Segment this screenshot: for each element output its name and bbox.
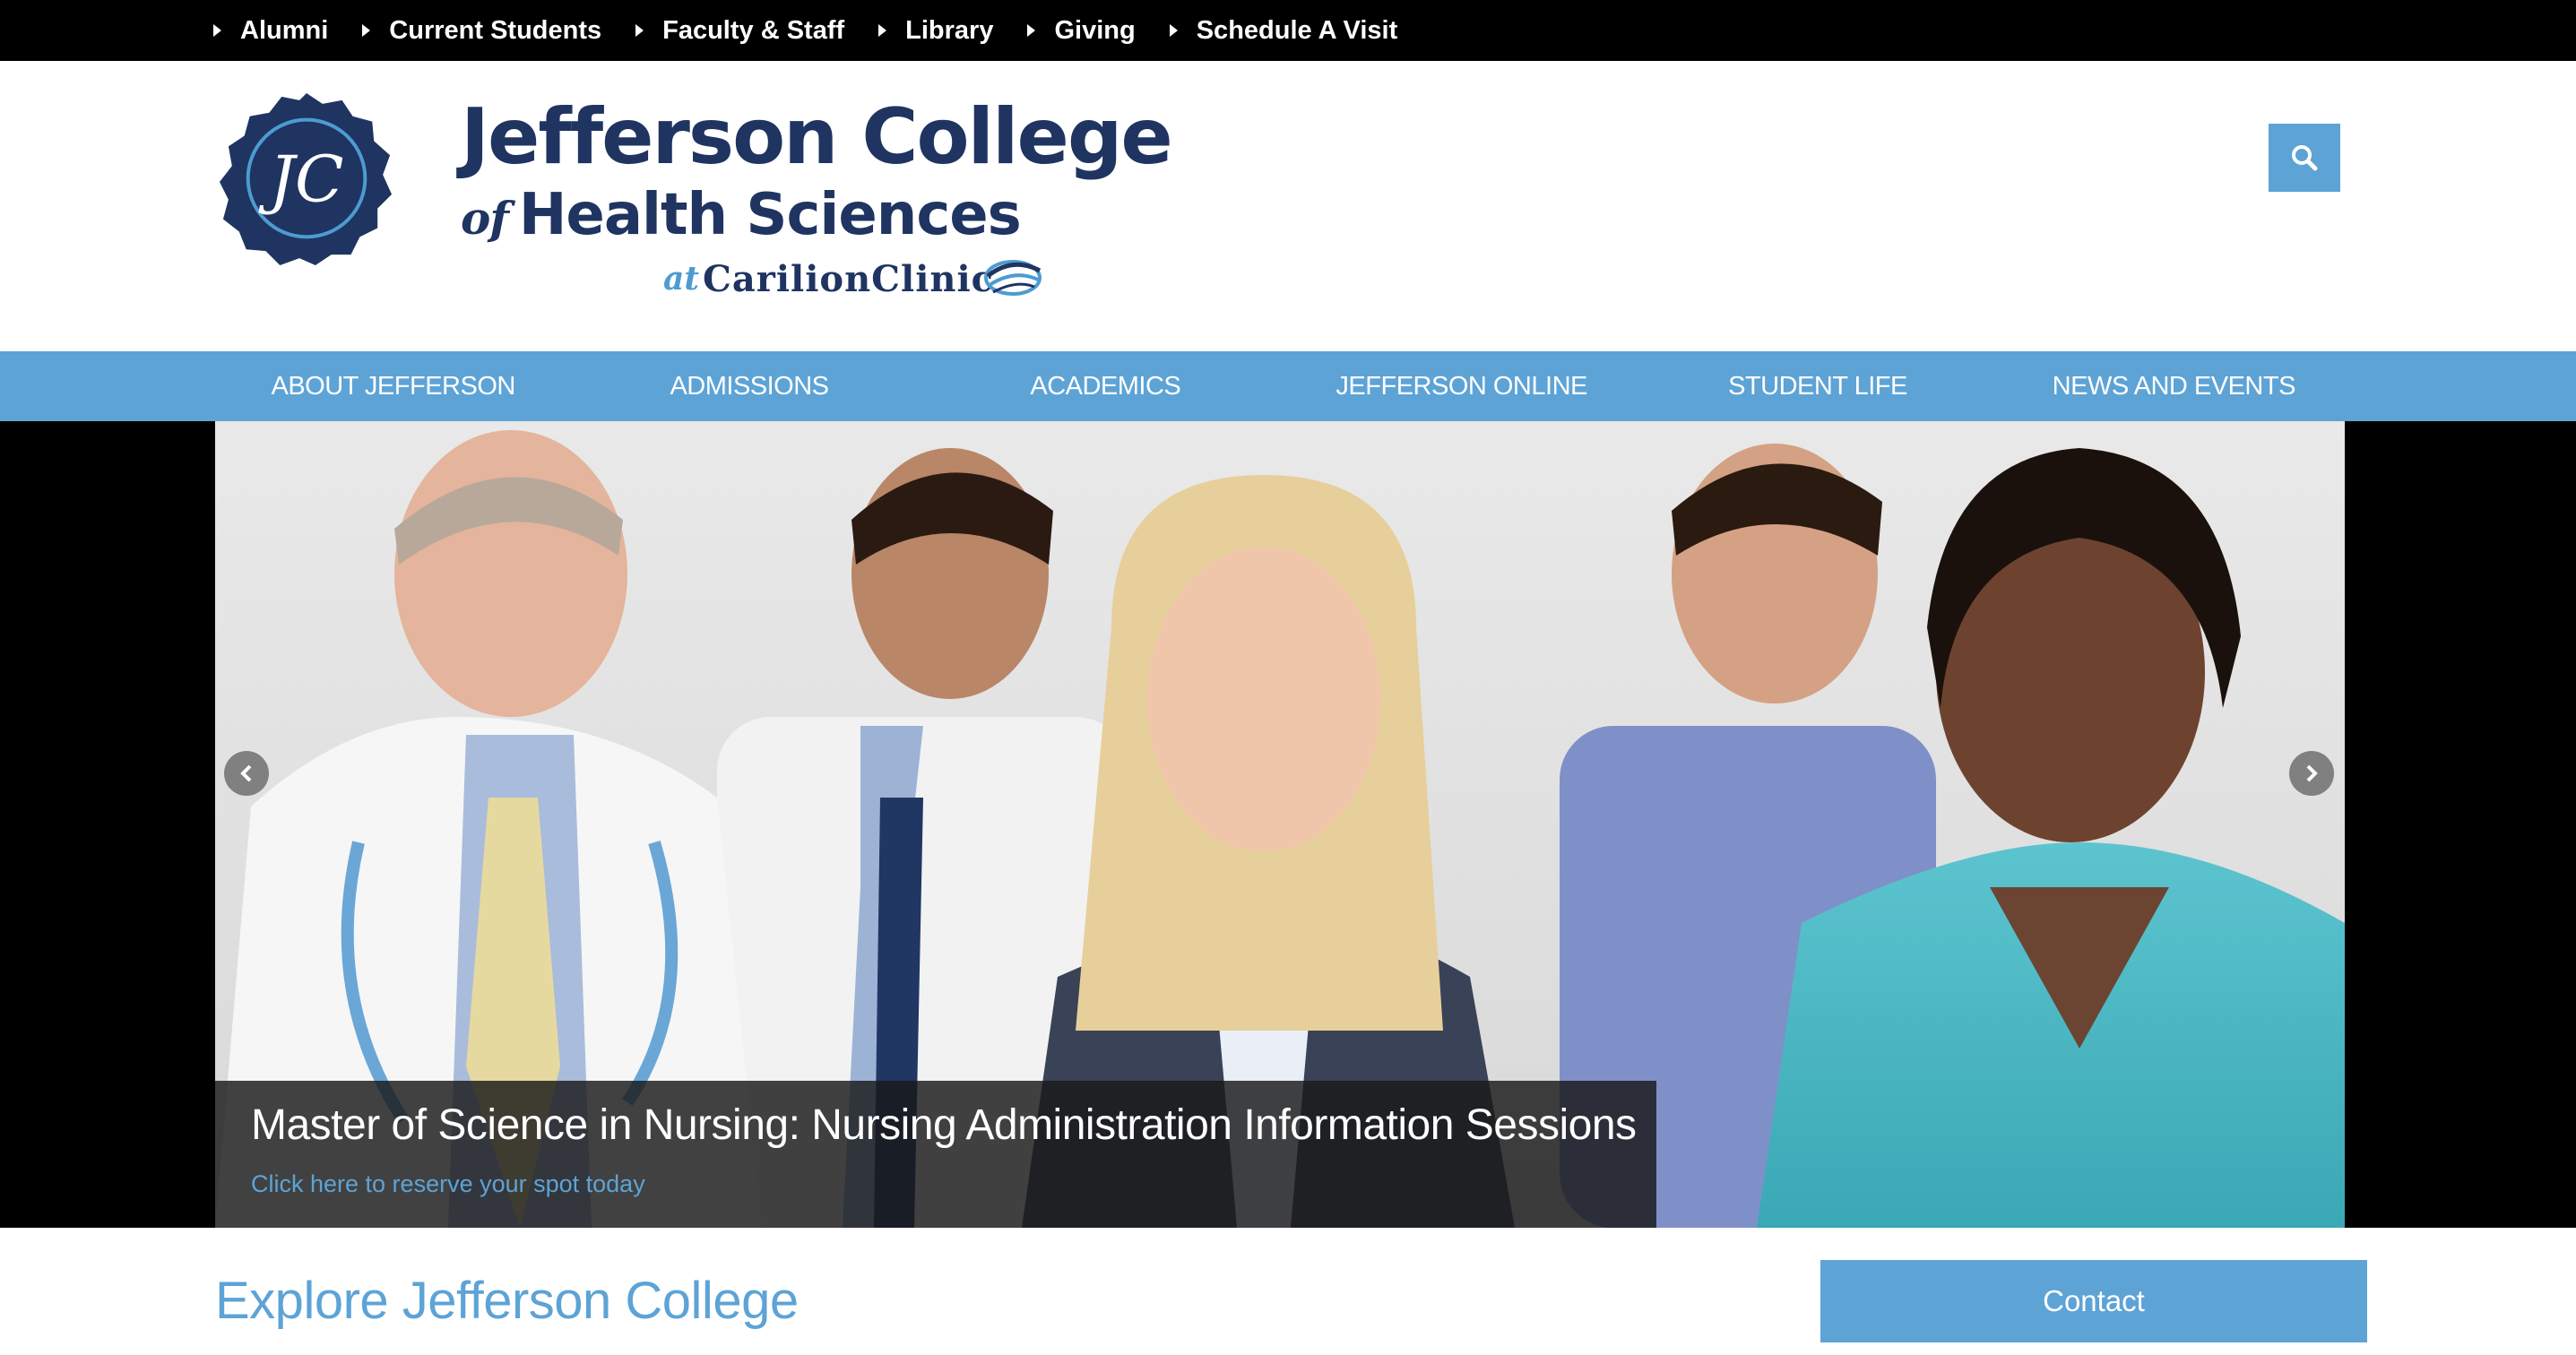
hero-caption: Master of Science in Nursing: Nursing Ad… [215, 1081, 1656, 1228]
nav-item-jefferson-online[interactable]: JEFFERSON ONLINE [1284, 351, 1639, 421]
carousel-next-button[interactable] [2289, 751, 2334, 796]
hero-caption-link[interactable]: Click here to reserve your spot today [251, 1170, 645, 1198]
search-button[interactable] [2269, 124, 2340, 192]
utility-link-label: Giving [1054, 15, 1136, 45]
hero-caption-title: Master of Science in Nursing: Nursing Ad… [251, 1101, 1637, 1149]
nav-item-student-life[interactable]: STUDENT LIFE [1639, 351, 1995, 421]
brand-name-line1: Jefferson College [461, 92, 1173, 182]
carilion-swoosh-icon [984, 260, 1042, 296]
partner-name: CarilionClinic [703, 258, 995, 300]
utility-link-label: Faculty & Staff [662, 15, 845, 45]
nav-item-news-events[interactable]: NEWS AND EVENTS [1996, 351, 2352, 421]
nav-item-about[interactable]: ABOUT JEFFERSON [215, 351, 571, 421]
brand-health-sciences: Health Sciences [518, 182, 1022, 248]
brand-at: at [663, 260, 699, 298]
utility-link-label: Schedule A Visit [1196, 15, 1398, 45]
utility-bar: Alumni Current Students Faculty & Staff … [0, 0, 2576, 61]
utility-link-label: Current Students [389, 15, 602, 45]
utility-link-label: Alumni [240, 15, 329, 45]
utility-link-library[interactable]: Library [878, 16, 993, 46]
utility-link-label: Library [905, 15, 994, 45]
chevron-left-icon [240, 764, 252, 782]
caret-right-icon [213, 24, 221, 37]
contact-button[interactable]: Contact [1820, 1260, 2367, 1342]
utility-link-alumni[interactable]: Alumni [213, 16, 328, 46]
brand-name-line2: of Health Sciences [461, 186, 1022, 245]
search-icon [2292, 145, 2318, 171]
utility-links: Alumni Current Students Faculty & Staff … [213, 0, 1431, 61]
caret-right-icon [878, 24, 887, 37]
explore-heading: Explore Jefferson College [215, 1272, 799, 1330]
carousel-prev-button[interactable] [224, 751, 269, 796]
site-header: JC Jefferson College of Health Sciences a… [0, 61, 2576, 351]
caret-right-icon [635, 24, 644, 37]
utility-link-giving[interactable]: Giving [1027, 15, 1136, 46]
main-nav: ABOUT JEFFERSON ADMISSIONS ACADEMICS JEF… [0, 351, 2576, 421]
logo-monogram: JC [258, 142, 343, 217]
utility-link-faculty-staff[interactable]: Faculty & Staff [635, 16, 844, 46]
caret-right-icon [362, 24, 371, 37]
college-seal-logo: JC [219, 92, 393, 266]
caret-right-icon [1027, 24, 1036, 37]
utility-link-current-students[interactable]: Current Students [362, 16, 601, 46]
caret-right-icon [1169, 24, 1178, 37]
nav-item-admissions[interactable]: ADMISSIONS [571, 351, 927, 421]
chevron-right-icon [2306, 764, 2318, 782]
brand-of: of [461, 192, 509, 245]
utility-link-schedule-visit[interactable]: Schedule A Visit [1169, 15, 1398, 46]
hero-carousel: Master of Science in Nursing: Nursing Ad… [215, 421, 2345, 1228]
nav-item-academics[interactable]: ACADEMICS [928, 351, 1284, 421]
